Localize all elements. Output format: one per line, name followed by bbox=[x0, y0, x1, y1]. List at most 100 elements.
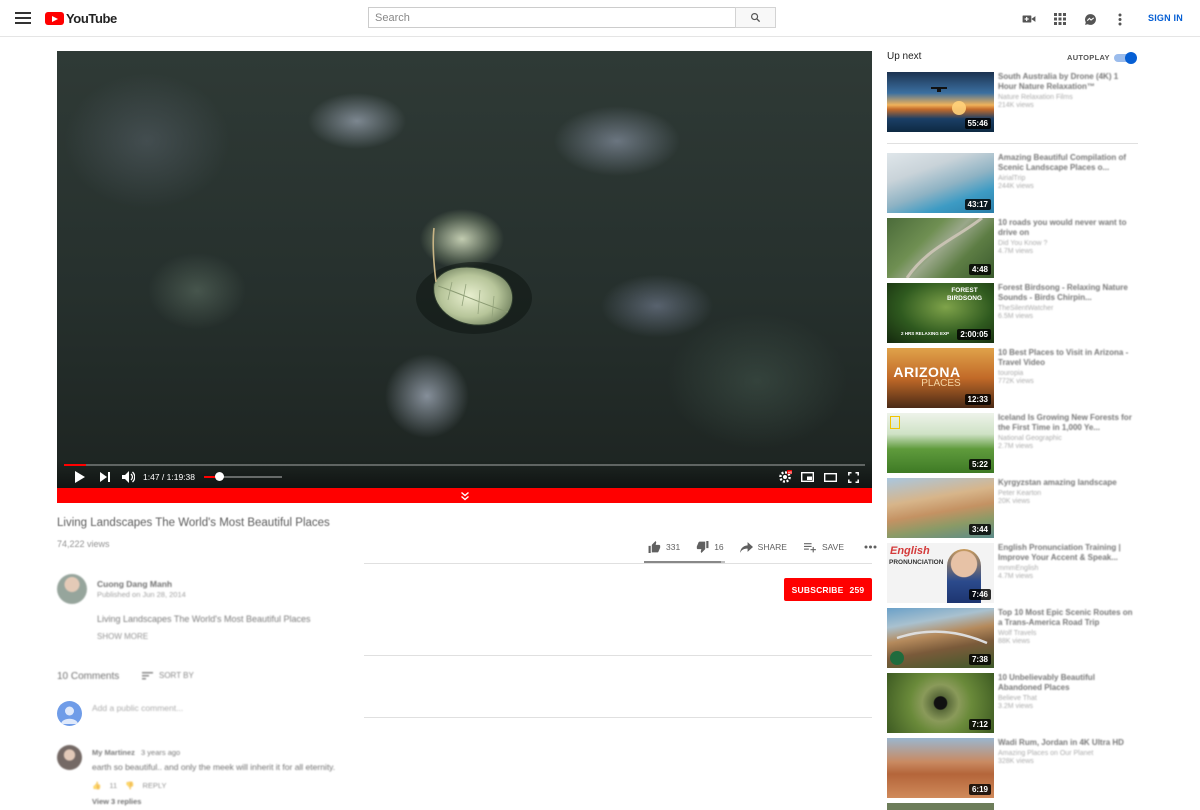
related-video-channel: Nature Relaxation Films bbox=[998, 94, 1073, 101]
related-video[interactable]: English PRONUNCIATION 7:46 English Pronu… bbox=[887, 543, 1138, 603]
related-video-title: Forest Birdsong - Relaxing Nature Sounds… bbox=[998, 283, 1128, 302]
more-vert-icon[interactable] bbox=[1112, 11, 1128, 27]
natgeo-logo-icon bbox=[890, 416, 900, 429]
channel-name[interactable]: Cuong Dang Manh bbox=[97, 579, 172, 589]
comments-count: 10 Comments bbox=[57, 671, 120, 682]
video-thumbnail: English PRONUNCIATION 7:46 bbox=[887, 543, 994, 603]
add-comment-input[interactable]: Add a public comment... bbox=[92, 703, 183, 713]
related-video-channel: mmmEnglish bbox=[998, 565, 1039, 572]
search-input[interactable] bbox=[368, 7, 735, 28]
next-icon[interactable] bbox=[98, 470, 112, 484]
related-video-views: 772K views bbox=[998, 378, 1034, 385]
video-duration: 5:22 bbox=[968, 459, 991, 470]
comment-like-icon[interactable]: 👍 bbox=[92, 781, 101, 790]
related-video-meta: Top 10 Most Epic Scenic Routes on a Tran… bbox=[998, 608, 1138, 645]
thumbs-down-icon bbox=[697, 541, 709, 553]
video-thumbnail: 7:12 bbox=[887, 673, 994, 733]
apps-grid-icon[interactable] bbox=[1052, 11, 1068, 27]
video-duration: 4:48 bbox=[968, 264, 991, 275]
related-video[interactable]: 3:44 Kyrgyzstan amazing landscape Peter … bbox=[887, 478, 1138, 538]
video-duration: 7:38 bbox=[968, 654, 991, 665]
related-video[interactable]: 5:22 Iceland Is Growing New Forests for … bbox=[887, 413, 1138, 473]
related-video[interactable]: 55:46 South Australia by Drone (4K) 1 Ho… bbox=[887, 72, 1138, 132]
hd-badge: HD bbox=[788, 470, 792, 474]
related-video-meta: Amazing Beautiful Compilation of Scenic … bbox=[998, 153, 1138, 190]
related-video-title: Wadi Rum, Jordan in 4K Ultra HD bbox=[998, 738, 1124, 747]
theater-mode-icon[interactable] bbox=[822, 470, 838, 484]
video-player[interactable] bbox=[57, 51, 872, 488]
related-video-title: Iceland Is Growing New Forests for the F… bbox=[998, 413, 1132, 432]
create-video-icon[interactable] bbox=[1021, 11, 1037, 27]
like-count: 331 bbox=[666, 542, 681, 552]
related-video-meta: English Pronunciation Training | Improve… bbox=[998, 543, 1138, 580]
related-video-partial[interactable] bbox=[887, 803, 1138, 810]
related-video[interactable]: FOREST BIRDSONG 2 HRS RELAXING EXP 2:00:… bbox=[887, 283, 1138, 343]
related-video-meta: Wadi Rum, Jordan in 4K Ultra HD Amazing … bbox=[998, 738, 1138, 765]
video-actions: 331 16 SHARE SAVE bbox=[648, 540, 882, 554]
related-video[interactable]: 43:17 Amazing Beautiful Compilation of S… bbox=[887, 153, 1138, 213]
video-thumbnail: 6:19 bbox=[887, 738, 994, 798]
messages-icon[interactable] bbox=[1082, 11, 1098, 27]
related-video-title: Kyrgyzstan amazing landscape bbox=[998, 478, 1117, 487]
sort-comments-button[interactable]: SORT BY bbox=[142, 671, 194, 680]
show-more-button[interactable]: SHOW MORE bbox=[97, 632, 148, 641]
up-next-heading: Up next bbox=[887, 51, 922, 62]
related-video-channel: Peter Kearton bbox=[998, 490, 1042, 497]
comment-reply-button[interactable]: REPLY bbox=[142, 781, 166, 790]
pronunciation-text: PRONUNCIATION bbox=[889, 559, 944, 566]
save-button[interactable]: SAVE bbox=[803, 542, 844, 553]
youtube-logo[interactable]: YouTube bbox=[45, 11, 117, 26]
search-button[interactable] bbox=[735, 7, 776, 28]
video-description: Living Landscapes The World's Most Beaut… bbox=[97, 614, 311, 624]
default-user-icon bbox=[61, 706, 78, 724]
video-duration: 6:19 bbox=[968, 784, 991, 795]
related-video-views: 88K views bbox=[998, 638, 1030, 645]
autoplay-toggle[interactable] bbox=[1114, 52, 1138, 64]
play-icon[interactable] bbox=[72, 470, 86, 484]
related-video[interactable]: 6:19 Wadi Rum, Jordan in 4K Ultra HD Ama… bbox=[887, 738, 1138, 798]
video-thumbnail: 55:46 bbox=[887, 72, 994, 132]
dislike-button[interactable]: 16 bbox=[696, 541, 724, 553]
miniplayer-icon[interactable] bbox=[799, 470, 815, 484]
video-duration: 12:33 bbox=[964, 394, 991, 405]
save-label: SAVE bbox=[821, 542, 844, 552]
progress-bar[interactable] bbox=[64, 464, 865, 466]
view-replies-button[interactable]: View 3 replies bbox=[92, 797, 141, 806]
autoplay-toggle-knob bbox=[1125, 52, 1137, 64]
comment-dislike-icon[interactable]: 👎 bbox=[125, 781, 134, 790]
related-video-views: 2.7M views bbox=[998, 443, 1034, 450]
related-video-channel: Wolf Travels bbox=[998, 630, 1037, 637]
video-thumbnail: ARIZONA PLACES 12:33 bbox=[887, 348, 994, 408]
share-button[interactable]: SHARE bbox=[739, 541, 787, 553]
related-video[interactable]: ARIZONA PLACES 12:33 10 Best Places to V… bbox=[887, 348, 1138, 408]
volume-knob[interactable] bbox=[214, 472, 224, 481]
commenter-avatar[interactable] bbox=[57, 745, 82, 770]
related-video-meta: 10 Unbelievably Beautiful Abandoned Plac… bbox=[998, 673, 1138, 710]
like-button[interactable]: 331 bbox=[648, 541, 680, 553]
related-video[interactable]: 7:38 Top 10 Most Epic Scenic Routes on a… bbox=[887, 608, 1138, 668]
related-video[interactable]: 4:48 10 roads you would never want to dr… bbox=[887, 218, 1138, 278]
subscribe-label: SUBSCRIBE bbox=[791, 584, 844, 595]
related-video[interactable]: 7:12 10 Unbelievably Beautiful Abandoned… bbox=[887, 673, 1138, 733]
related-video-title: South Australia by Drone (4K) 1 Hour Nat… bbox=[998, 72, 1119, 91]
fullscreen-icon[interactable] bbox=[845, 470, 861, 484]
related-video-meta: Kyrgyzstan amazing landscape Peter Keart… bbox=[998, 478, 1138, 505]
related-video-views: 244K views bbox=[998, 183, 1034, 190]
settings-icon[interactable]: HD bbox=[777, 470, 793, 484]
info-divider bbox=[364, 563, 872, 564]
comment-author[interactable]: My Martinez bbox=[92, 748, 135, 757]
related-video-views: 3.2M views bbox=[998, 703, 1034, 710]
subscribe-button[interactable]: SUBSCRIBE 259 bbox=[784, 578, 872, 601]
more-actions-button[interactable] bbox=[864, 545, 882, 549]
user-avatar bbox=[57, 701, 82, 726]
channel-avatar[interactable] bbox=[57, 574, 87, 604]
menu-icon[interactable] bbox=[13, 9, 33, 29]
related-video-channel: AirialTrip bbox=[998, 175, 1026, 182]
sort-icon bbox=[142, 671, 153, 679]
sign-in-button[interactable]: SIGN IN bbox=[1148, 13, 1183, 23]
related-video-channel: Believe That bbox=[998, 695, 1037, 702]
up-next-divider bbox=[887, 143, 1138, 144]
related-video-views: 6.5M views bbox=[998, 313, 1034, 320]
volume-icon[interactable] bbox=[120, 470, 136, 484]
expand-player-bar[interactable] bbox=[57, 488, 872, 503]
